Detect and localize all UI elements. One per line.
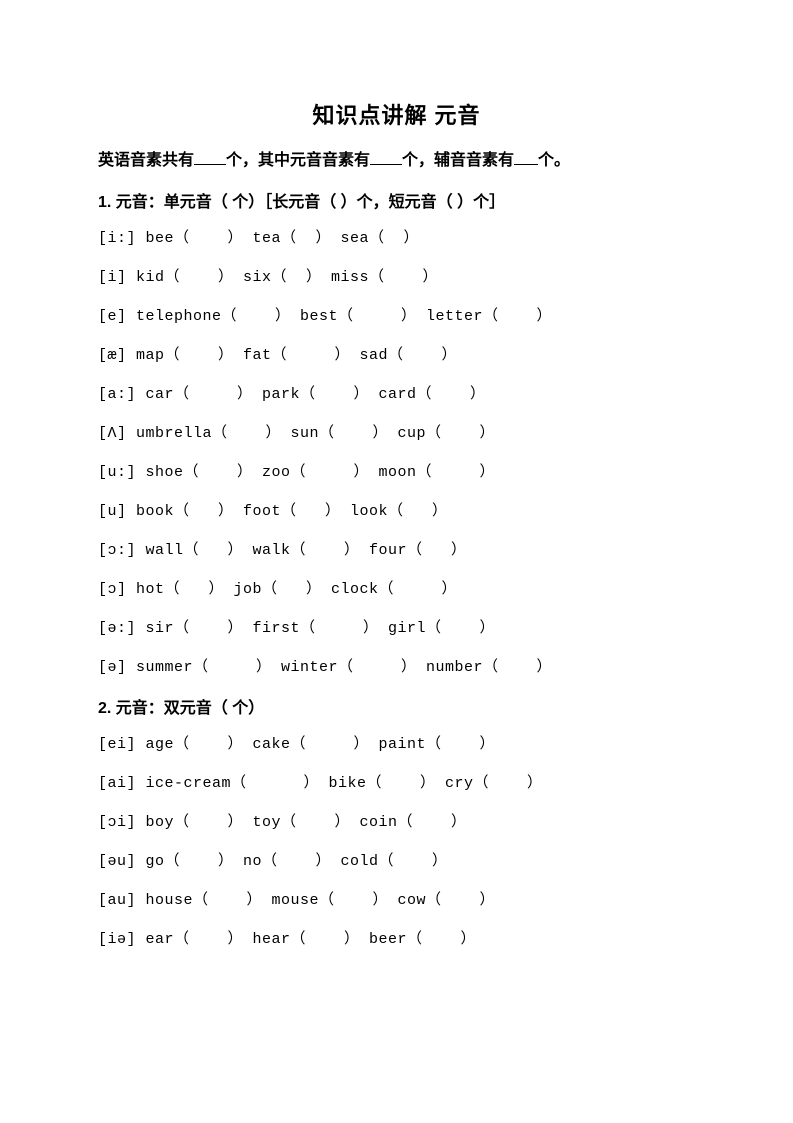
mono-row: [a:] car（ ） park（ ） card（ ） [98,382,695,403]
mono-row: [æ] map（ ） fat（ ） sad（ ） [98,343,695,364]
intro-p3: 个，辅音音素有 [402,152,514,169]
monophthong-list: [i:] bee（ ） tea（ ） sea（ ） [i] kid（ ） six（… [98,226,695,676]
intro-p1: 英语音素共有 [98,152,194,169]
intro-p2: 个，其中元音音素有 [226,152,370,169]
page-content: 知识点讲解 元音 英语音素共有 个，其中元音音素有 个，辅音音素有 个。 1. 元音：… [0,0,793,948]
section1-heading: 1. 元音：单元音（ 个）［长元音（ ）个，短元音（ ）个］ [98,188,695,212]
mono-row: [ə] summer（ ） winter（ ） number（ ） [98,655,695,676]
diphthong-list: [ei] age（ ） cake（ ） paint（ ） [ai] ice-cre… [98,732,695,948]
diph-row: [ai] ice-cream（ ） bike（ ） cry（ ） [98,771,695,792]
mono-row: [ə:] sir（ ） first（ ） girl（ ） [98,616,695,637]
intro-line: 英语音素共有 个，其中元音音素有 个，辅音音素有 个。 [98,146,695,170]
intro-p4: 个。 [538,152,570,169]
section2-heading: 2. 元音：双元音（ 个） [98,694,695,718]
diph-row: [ɔi] boy（ ） toy（ ） coin（ ） [98,810,695,831]
diph-row: [ei] age（ ） cake（ ） paint（ ） [98,732,695,753]
blank-vowel [370,148,402,165]
diph-row: [au] house（ ） mouse（ ） cow（ ） [98,888,695,909]
blank-total [194,148,226,165]
diph-row: [əu] go（ ） no（ ） cold（ ） [98,849,695,870]
mono-row: [ɔ] hot（ ） job（ ） clock（ ） [98,577,695,598]
page-title: 知识点讲解 元音 [98,98,695,130]
diph-row: [iə] ear（ ） hear（ ） beer（ ） [98,927,695,948]
mono-row: [Λ] umbrella（ ） sun（ ） cup（ ） [98,421,695,442]
mono-row: [u:] shoe（ ） zoo（ ） moon（ ） [98,460,695,481]
blank-consonant [514,148,538,165]
mono-row: [i] kid（ ） six（ ） miss（ ） [98,265,695,286]
mono-row: [u] book（ ） foot（ ） look（ ） [98,499,695,520]
mono-row: [e] telephone（ ） best（ ） letter（ ） [98,304,695,325]
mono-row: [i:] bee（ ） tea（ ） sea（ ） [98,226,695,247]
mono-row: [ɔ:] wall（ ） walk（ ） four（ ） [98,538,695,559]
